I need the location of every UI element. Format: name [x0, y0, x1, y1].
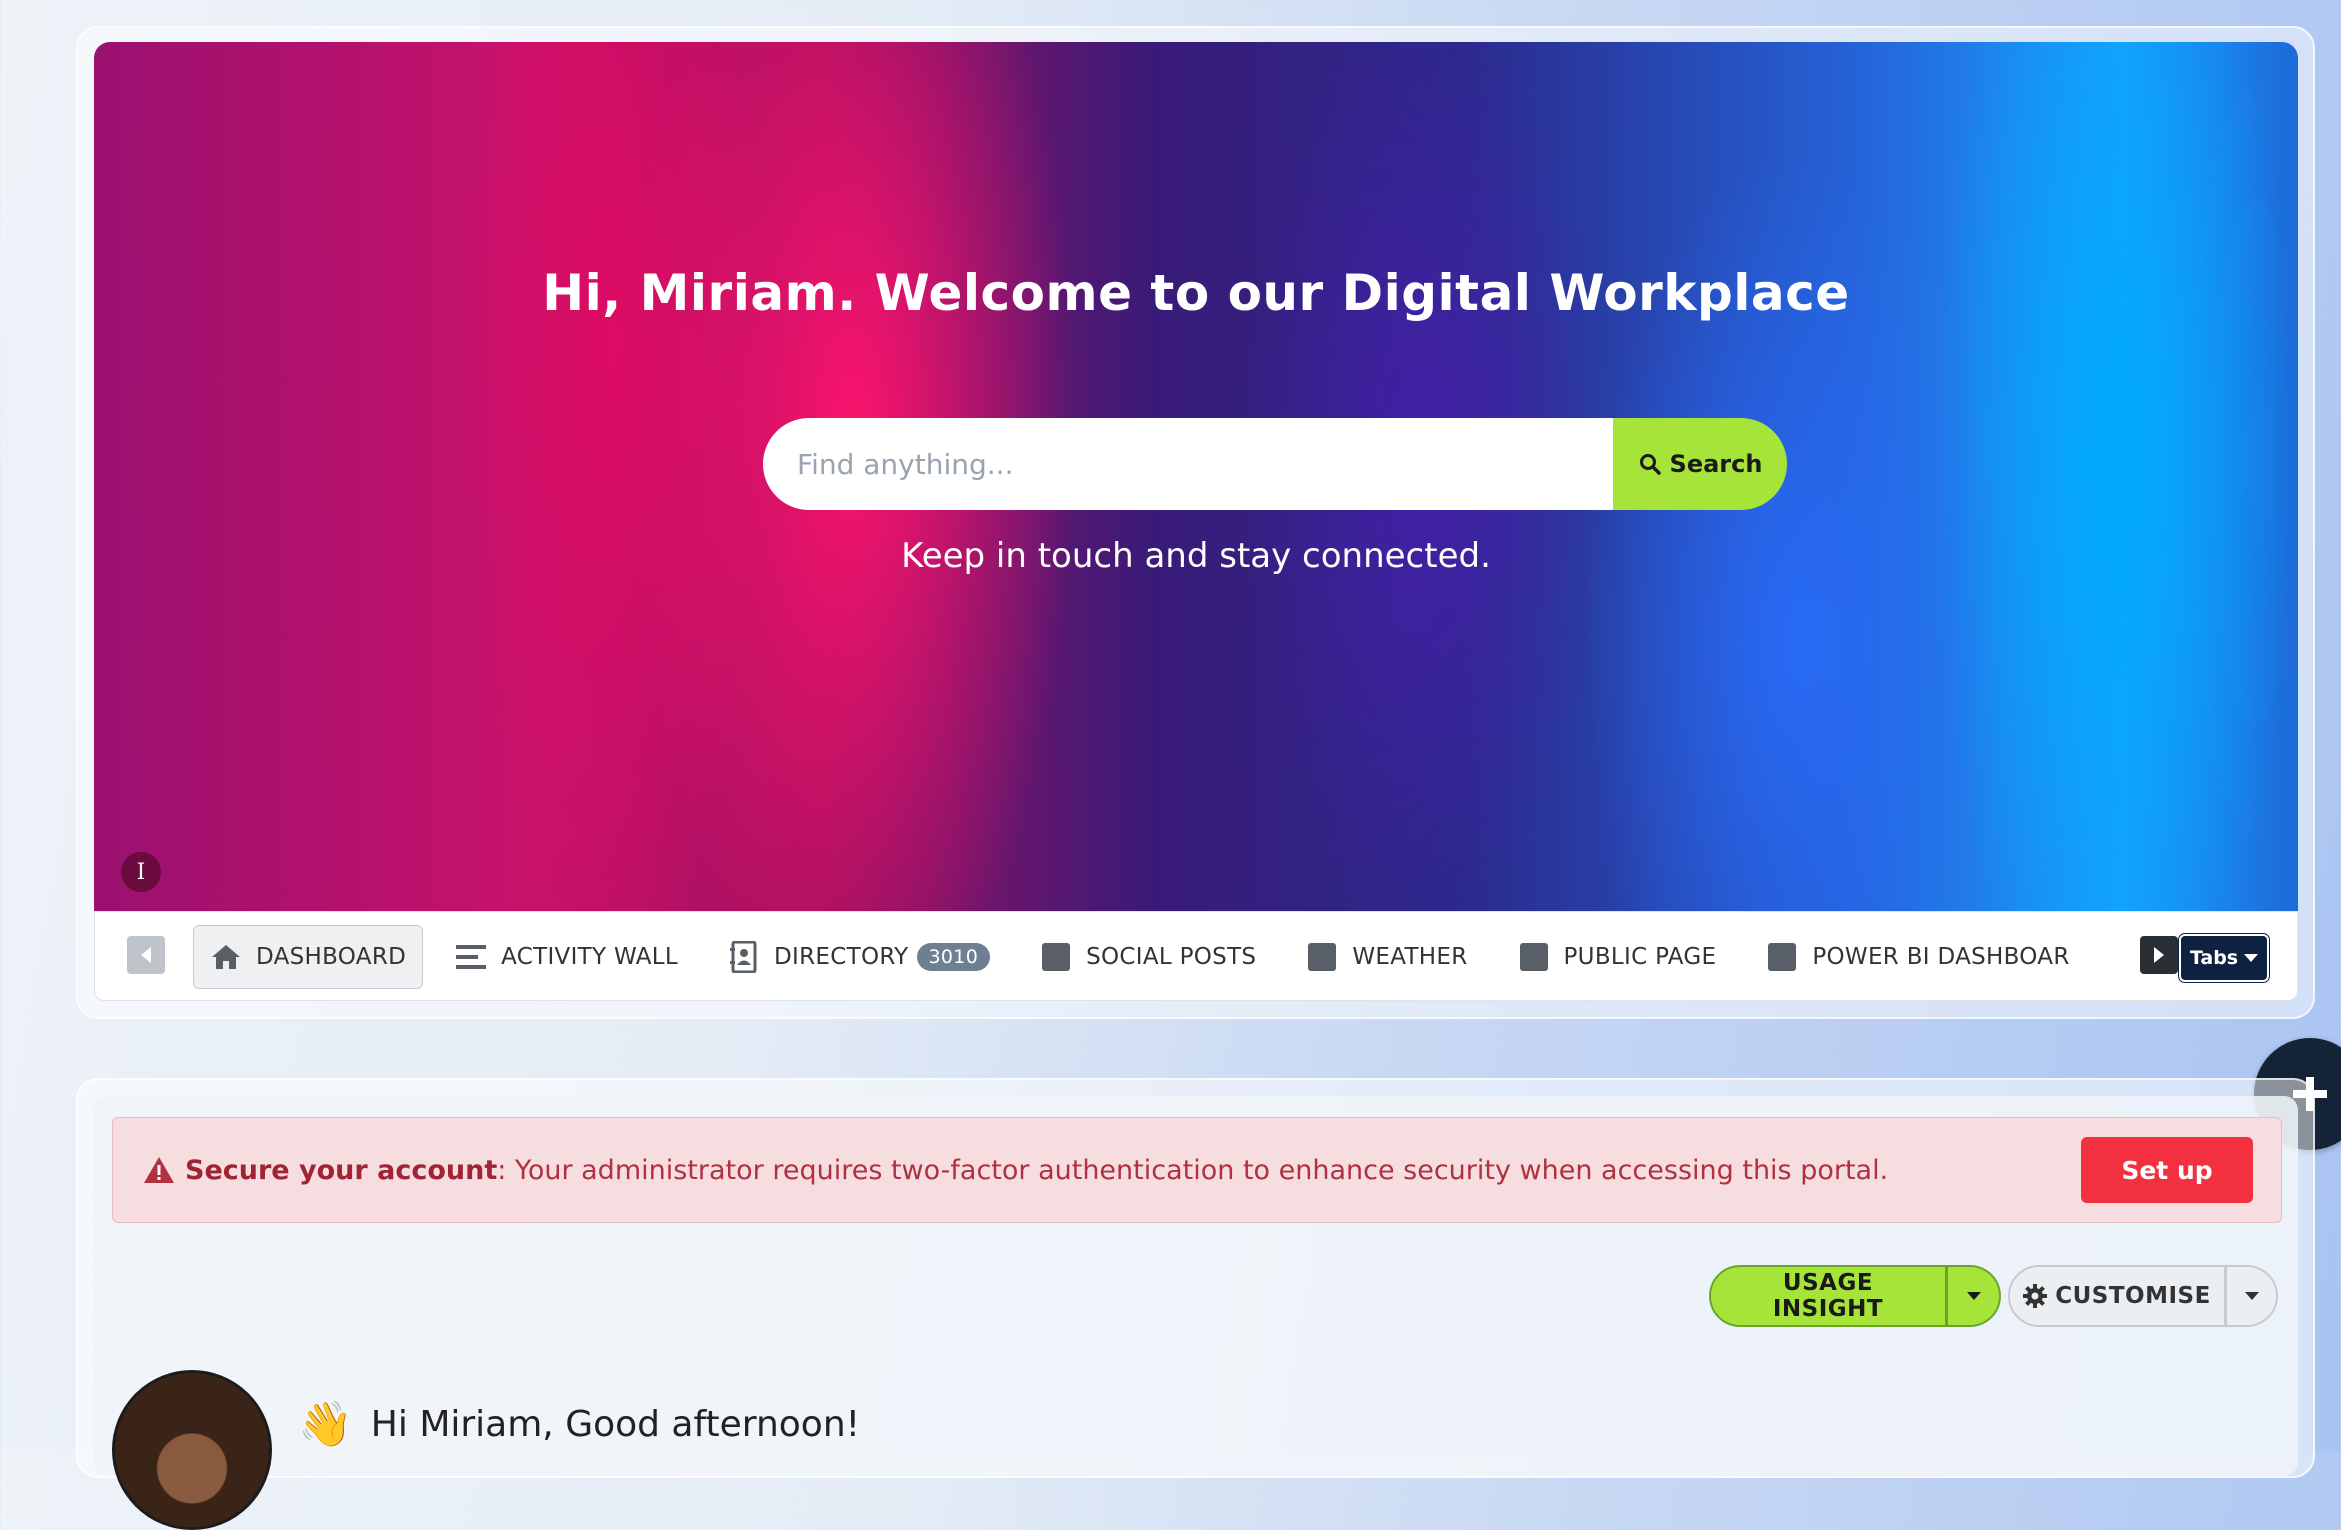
- customise-group: CUSTOMISE: [2008, 1265, 2278, 1327]
- caret-left-icon: [141, 947, 151, 963]
- waving-hand-icon: 👋: [298, 1399, 353, 1450]
- customise-label: CUSTOMISE: [2055, 1283, 2211, 1309]
- tab-bar: DASHBOARD ACTIVITY WALL DIRECTORY 3010 S…: [94, 911, 2298, 1001]
- tab-activity-wall[interactable]: ACTIVITY WALL: [437, 925, 696, 989]
- square-icon: [1518, 941, 1550, 973]
- usage-insight-dropdown-button[interactable]: [1947, 1265, 2001, 1327]
- tabs-menu-button[interactable]: Tabs: [2179, 934, 2269, 982]
- greeting: 👋 Hi Miriam, Good afternoon!: [298, 1398, 860, 1450]
- tab-label: WEATHER: [1352, 944, 1468, 970]
- usage-insight-button[interactable]: USAGE INSIGHT: [1709, 1265, 1947, 1327]
- square-icon: [1766, 941, 1798, 973]
- setup-2fa-button[interactable]: Set up: [2081, 1137, 2253, 1203]
- hero-banner: Hi, Miriam. Welcome to our Digital Workp…: [94, 42, 2298, 911]
- search-button[interactable]: Search: [1613, 418, 1787, 510]
- list-icon: [455, 941, 487, 973]
- gear-icon: [2023, 1284, 2048, 1308]
- tabs-row: DASHBOARD ACTIVITY WALL DIRECTORY 3010 S…: [193, 924, 2123, 990]
- tab-weather[interactable]: WEATHER: [1288, 925, 1485, 989]
- alert-message: : Your administrator requires two-factor…: [497, 1154, 1889, 1186]
- square-icon: [1040, 941, 1072, 973]
- search-bar: Search: [763, 418, 1787, 510]
- info-badge[interactable]: I: [121, 852, 161, 892]
- chevron-down-icon: [1966, 1292, 1981, 1300]
- customise-button[interactable]: CUSTOMISE: [2008, 1265, 2226, 1327]
- directory-count-badge: 3010: [916, 943, 991, 971]
- search-button-label: Search: [1669, 450, 1763, 478]
- hero-subtitle: Keep in touch and stay connected.: [901, 536, 1491, 576]
- customise-dropdown-button[interactable]: [2226, 1265, 2278, 1327]
- tab-label: DASHBOARD: [256, 944, 407, 970]
- warning-icon: [144, 1157, 174, 1183]
- avatar[interactable]: [112, 1370, 272, 1530]
- home-icon: [210, 941, 242, 973]
- tab-scroll-left-button[interactable]: [127, 936, 165, 974]
- tab-social-posts[interactable]: SOCIAL POSTS: [1022, 925, 1274, 989]
- search-input[interactable]: [763, 418, 1613, 510]
- chevron-down-icon: [2244, 1292, 2259, 1300]
- contacts-icon: [728, 941, 760, 973]
- caret-right-icon: [2154, 947, 2164, 963]
- tab-scroll-right-button[interactable]: [2140, 936, 2178, 974]
- greeting-text: Hi Miriam, Good afternoon!: [370, 1403, 861, 1445]
- tabs-menu-label: Tabs: [2189, 947, 2239, 969]
- tab-dashboard[interactable]: DASHBOARD: [193, 925, 424, 989]
- tab-label: POWER BI DASHBOAR: [1812, 944, 2070, 970]
- tab-directory[interactable]: DIRECTORY 3010: [710, 925, 1008, 989]
- tab-power-bi-dashboard[interactable]: POWER BI DASHBOAR: [1748, 925, 2087, 989]
- tab-label: PUBLIC PAGE: [1563, 944, 1717, 970]
- security-alert: Secure your account: Your administrator …: [112, 1117, 2282, 1223]
- hero-title: Hi, Miriam. Welcome to our Digital Workp…: [542, 264, 1850, 322]
- usage-insight-group: USAGE INSIGHT: [1709, 1265, 2001, 1327]
- alert-title: Secure your account: [185, 1154, 498, 1186]
- tab-public-page[interactable]: PUBLIC PAGE: [1500, 925, 1735, 989]
- square-icon: [1306, 941, 1338, 973]
- tab-label: ACTIVITY WALL: [501, 944, 679, 970]
- tab-label: DIRECTORY: [774, 944, 909, 970]
- tab-label: SOCIAL POSTS: [1086, 944, 1257, 970]
- chevron-down-icon: [2244, 954, 2259, 962]
- search-icon: [1639, 454, 1661, 475]
